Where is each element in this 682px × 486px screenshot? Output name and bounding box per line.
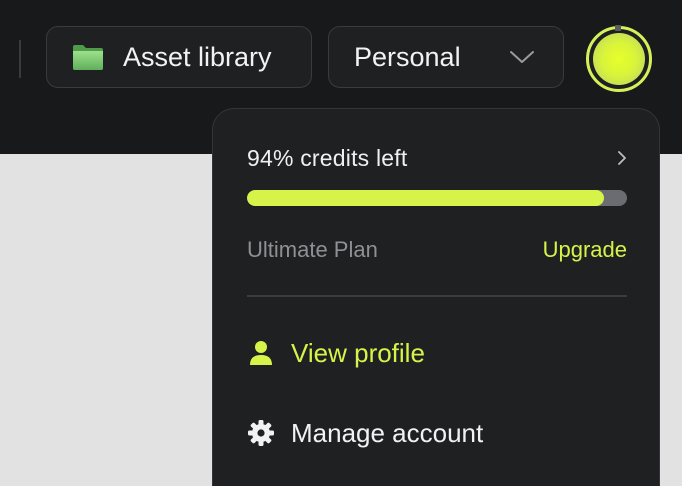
credits-label: 94% credits left	[247, 144, 408, 171]
view-profile-item[interactable]: View profile	[247, 333, 627, 373]
plan-name: Ultimate Plan	[247, 237, 378, 262]
workspace-selector[interactable]: Personal	[328, 26, 564, 88]
person-icon	[250, 341, 272, 365]
view-profile-label: View profile	[291, 337, 425, 368]
toolbar-divider	[19, 40, 21, 78]
workspace-selected-label: Personal	[354, 41, 461, 72]
avatar-ring-marker	[615, 25, 621, 31]
plan-row: Ultimate Plan Upgrade	[247, 237, 627, 263]
asset-library-label: Asset library	[123, 41, 272, 72]
account-menu: 94% credits left Ultimate Plan Upgrade V…	[212, 108, 660, 486]
avatar[interactable]	[586, 25, 652, 92]
folder-icon	[73, 45, 103, 70]
app-window: Asset library Personal 94% credits left …	[0, 0, 682, 486]
chevron-right-icon	[618, 151, 626, 165]
manage-account-item[interactable]: Manage account	[247, 413, 627, 453]
chevron-down-icon	[510, 51, 534, 63]
asset-library-button[interactable]: Asset library	[46, 26, 312, 88]
menu-divider	[247, 295, 627, 297]
upgrade-link[interactable]: Upgrade	[543, 237, 627, 263]
manage-account-label: Manage account	[291, 417, 484, 448]
credits-progress-bar	[247, 190, 627, 206]
gear-icon	[248, 420, 274, 446]
avatar-image	[593, 33, 645, 85]
credits-row[interactable]: 94% credits left	[247, 143, 627, 173]
credits-progress-fill	[247, 190, 605, 206]
